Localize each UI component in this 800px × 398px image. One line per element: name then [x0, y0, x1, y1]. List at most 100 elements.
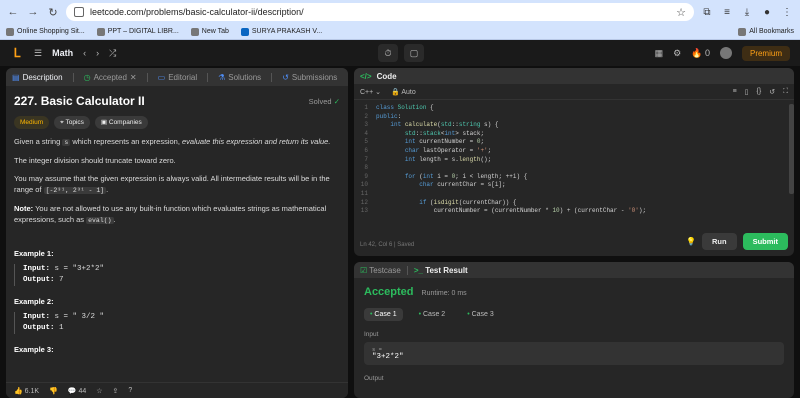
- autocomplete-mode[interactable]: 🔒 Auto: [391, 88, 416, 96]
- close-icon[interactable]: ✕: [130, 73, 137, 82]
- companies-chip[interactable]: ▣ Companies: [94, 116, 148, 129]
- tab-label: Solutions: [228, 72, 262, 82]
- bookmark-item[interactable]: Online Shopping Sit...: [6, 27, 85, 36]
- text: which represents an expression,: [70, 137, 182, 146]
- check-circle-icon: ✓: [333, 97, 340, 106]
- submit-button[interactable]: Submit: [742, 233, 788, 250]
- layout-icon[interactable]: ▦: [655, 48, 664, 59]
- verdict-row: Accepted Runtime: 0 ms: [364, 286, 784, 298]
- linkedin-icon: [240, 27, 249, 36]
- help-icon[interactable]: ?: [128, 387, 132, 394]
- example-title: Example 2:: [14, 297, 54, 306]
- tab-submissions[interactable]: ↺ Submissions: [282, 73, 337, 82]
- output-label: Output:: [23, 324, 55, 332]
- back-icon[interactable]: ←: [6, 5, 20, 19]
- paragraph-3: You may assume that the given expression…: [14, 173, 340, 196]
- code-line: 4 std:: stack < int > stack;: [364, 129, 485, 137]
- run-button[interactable]: Run: [701, 233, 737, 250]
- reset-icon[interactable]: ↺: [769, 88, 775, 96]
- prev-problem-icon[interactable]: ‹: [83, 48, 86, 58]
- share-icon[interactable]: ⇪: [113, 387, 119, 395]
- tab-description[interactable]: ▤ Description: [12, 73, 63, 82]
- solved-status: Solved ✓: [309, 96, 340, 107]
- forward-icon[interactable]: →: [26, 5, 40, 19]
- bookmark-icon[interactable]: ▯: [745, 88, 749, 96]
- emphasis-text: evaluate this expression and return its …: [182, 137, 331, 146]
- streak[interactable]: 🔥 0: [691, 48, 710, 59]
- reload-icon[interactable]: ↻: [46, 5, 60, 19]
- pass-dot-icon: •: [418, 311, 422, 318]
- like-button[interactable]: 👍 6.1K: [14, 387, 39, 395]
- shuffle-icon[interactable]: ⤮: [109, 48, 116, 59]
- page-title[interactable]: 227. Basic Calculator II: [14, 95, 145, 107]
- menu-icon[interactable]: ⋮: [780, 5, 794, 19]
- case-tab[interactable]: • Case 2: [413, 308, 452, 321]
- profile-icon[interactable]: ●: [760, 5, 774, 19]
- format-icon[interactable]: ≡: [733, 88, 737, 96]
- code-line: 11: [360, 189, 368, 197]
- text: Given a string: [14, 137, 63, 146]
- fullscreen-icon[interactable]: ⛶: [783, 88, 788, 96]
- tab-testcase[interactable]: ☑ Testcase: [360, 266, 401, 275]
- lightbulb-icon[interactable]: 💡: [686, 237, 696, 246]
- address-bar[interactable]: leetcode.com/problems/basic-calculator-i…: [66, 3, 694, 21]
- settings-icon[interactable]: ⚙: [673, 48, 681, 59]
- checkbox-icon: ☑: [360, 265, 368, 275]
- problem-content: 227. Basic Calculator II Solved ✓ Medium…: [6, 86, 348, 368]
- problem-list-title[interactable]: Math: [52, 48, 73, 58]
- pass-dot-icon: •: [467, 311, 470, 318]
- tab-test-result[interactable]: >_ Test Result: [414, 266, 468, 275]
- problem-list-icon[interactable]: ☰: [34, 48, 42, 59]
- code-line: 3 int calculate(std:: string s) {: [364, 121, 499, 129]
- avatar[interactable]: [719, 47, 732, 59]
- notes-icon[interactable]: ▢: [404, 44, 424, 62]
- input-box: s = "3+2*2": [364, 342, 784, 365]
- text: .: [106, 185, 109, 194]
- all-bookmarks[interactable]: All Bookmarks: [738, 27, 794, 36]
- bookmark-item[interactable]: SURYA PRAKASH V...: [240, 27, 322, 36]
- note-paragraph: Note: You are not allowed to use any bui…: [14, 203, 340, 226]
- editor-status: Ln 42, Col 6 | Saved: [360, 242, 415, 248]
- braces-icon[interactable]: {}: [757, 88, 762, 96]
- site-info-icon[interactable]: [74, 7, 84, 17]
- comments-button[interactable]: 💬 44: [68, 387, 86, 395]
- language-select[interactable]: C++ ⌄: [360, 88, 381, 96]
- example-title: Example 1:: [14, 249, 54, 258]
- case-tab[interactable]: • Case 3: [461, 308, 500, 321]
- media-icon[interactable]: ≡: [720, 5, 734, 19]
- problem-title-row: 227. Basic Calculator II Solved ✓: [14, 95, 340, 107]
- case-label: Case 3: [471, 311, 494, 318]
- bookmark-item[interactable]: New Tab: [190, 27, 229, 36]
- bookmarks-bar: Online Shopping Sit... PPT – DIGITAL LIB…: [0, 24, 800, 40]
- bookmark-label: New Tab: [201, 28, 229, 35]
- code-editor[interactable]: 1 class Solution { 2 public: 3 int calcula…: [354, 100, 794, 216]
- url-text: leetcode.com/problems/basic-calculator-i…: [90, 7, 304, 17]
- bookmark-star-icon[interactable]: ☆: [676, 6, 686, 19]
- timer-icon[interactable]: ⏱: [378, 44, 398, 62]
- tab-editorial[interactable]: ▭ Editorial: [158, 73, 197, 82]
- tab-accepted[interactable]: ◷ Accepted ✕: [84, 73, 137, 82]
- dislike-icon[interactable]: 👎: [49, 387, 58, 395]
- text: .: [113, 215, 116, 224]
- code-line: 6 char lastOperator = '+';: [364, 146, 492, 154]
- test-header: ☑ Testcase >_ Test Result: [354, 262, 794, 278]
- description-panel: ▤ Description ◷ Accepted ✕ ▭ Editorial ⚗ Sol…: [6, 68, 348, 398]
- like-count: 6.1K: [24, 387, 40, 395]
- tab-label: Test Result: [425, 265, 468, 275]
- topics-chip[interactable]: ⌖ Topics: [54, 116, 90, 129]
- premium-button[interactable]: Premium: [741, 45, 790, 61]
- bookmark-item[interactable]: PPT – DIGITAL LIBR...: [96, 27, 179, 36]
- bookmark-favicon: [96, 27, 105, 36]
- extensions-icon[interactable]: ⧉: [700, 5, 714, 19]
- workspace: ▤ Description ◷ Accepted ✕ ▭ Editorial ⚗ Sol…: [0, 66, 800, 398]
- next-problem-icon[interactable]: ›: [96, 48, 99, 58]
- code-scrollbar[interactable]: [789, 104, 794, 194]
- leetcode-logo-icon[interactable]: ᒪ: [10, 46, 24, 60]
- text: You are not allowed to use any built-in …: [14, 204, 327, 224]
- case-tab[interactable]: • Case 1: [364, 308, 403, 321]
- example-output: Output: 7: [23, 275, 340, 286]
- favorite-icon[interactable]: ☆: [96, 387, 102, 395]
- tab-divider: [207, 72, 209, 82]
- download-icon[interactable]: ⤓: [740, 5, 754, 19]
- tab-solutions[interactable]: ⚗ Solutions: [218, 73, 261, 82]
